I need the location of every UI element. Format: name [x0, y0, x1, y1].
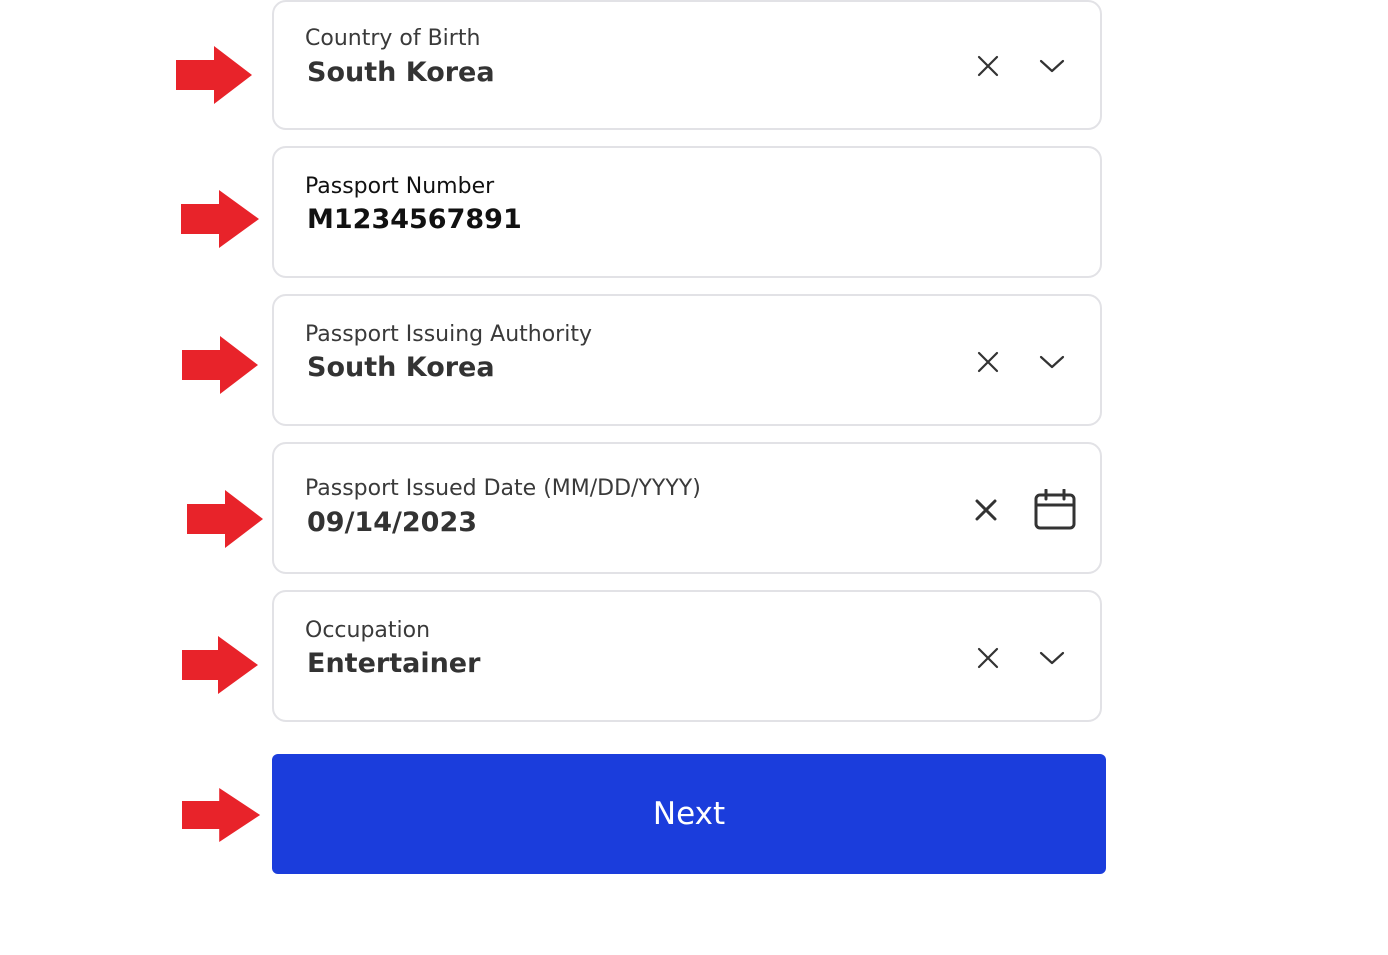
- passport-number-field[interactable]: Passport Number M1234567891: [272, 146, 1102, 278]
- occupation-label: Occupation: [305, 618, 431, 643]
- occupation-select[interactable]: Occupation Entertainer: [272, 590, 1102, 722]
- close-icon[interactable]: [968, 492, 1004, 528]
- passport-number-label: Passport Number: [305, 174, 495, 199]
- country-of-birth-value: South Korea: [307, 57, 495, 88]
- annotation-arrow-icon: [182, 336, 258, 394]
- passport-issuing-authority-value: South Korea: [307, 352, 495, 383]
- annotation-arrow-icon: [181, 190, 259, 248]
- passport-issuing-authority-select[interactable]: Passport Issuing Authority South Korea: [272, 294, 1102, 426]
- passport-issued-date-value: 09/14/2023: [307, 507, 478, 538]
- country-of-birth-select[interactable]: Country of Birth South Korea: [272, 0, 1102, 130]
- passport-issued-date-label: Passport Issued Date (MM/DD/YYYY): [305, 476, 701, 501]
- close-icon[interactable]: [970, 640, 1006, 676]
- annotation-arrow-icon: [187, 490, 263, 548]
- annotation-arrow-icon: [182, 788, 261, 842]
- calendar-icon[interactable]: [1032, 488, 1078, 532]
- close-icon[interactable]: [970, 344, 1006, 380]
- chevron-down-icon[interactable]: [1034, 48, 1070, 84]
- annotation-arrow-icon: [182, 636, 258, 694]
- next-button[interactable]: Next: [272, 754, 1106, 874]
- country-of-birth-label: Country of Birth: [305, 26, 481, 51]
- passport-number-value: M1234567891: [307, 204, 522, 235]
- chevron-down-icon[interactable]: [1034, 344, 1070, 380]
- close-icon[interactable]: [970, 48, 1006, 84]
- occupation-value: Entertainer: [307, 648, 481, 679]
- annotation-arrow-icon: [176, 46, 252, 104]
- passport-issued-date-field[interactable]: Passport Issued Date (MM/DD/YYYY) 09/14/…: [272, 442, 1102, 574]
- chevron-down-icon[interactable]: [1034, 640, 1070, 676]
- passport-issuing-authority-label: Passport Issuing Authority: [305, 322, 592, 347]
